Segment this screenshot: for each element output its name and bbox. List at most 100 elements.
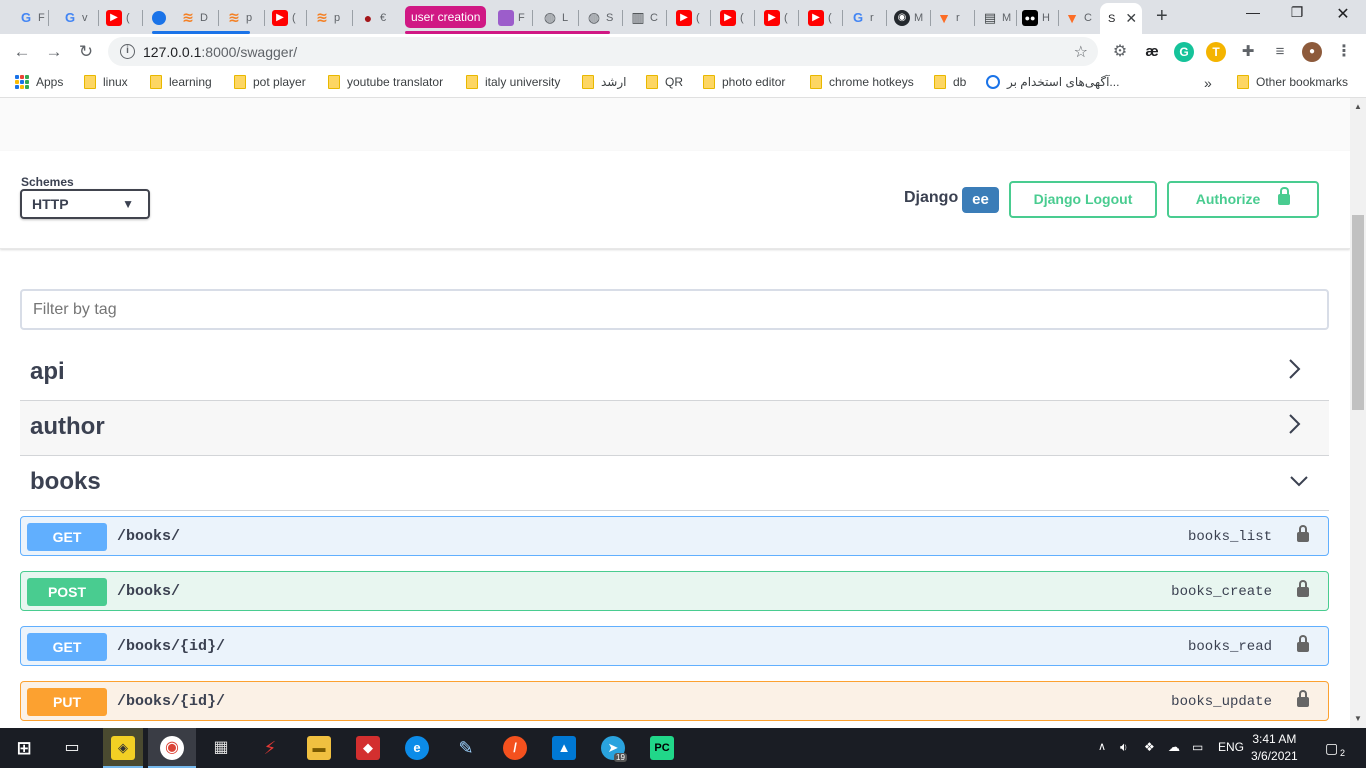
tab-youtube-3[interactable]: ▶ (	[672, 5, 708, 30]
operation-get-books-read[interactable]: GET /books/{id}/ books_read	[20, 626, 1329, 666]
tab-document[interactable]: ▤ M	[978, 5, 1016, 30]
scroll-down-arrow[interactable]: ▼	[1354, 714, 1362, 723]
lock-icon[interactable]	[1297, 580, 1309, 597]
bookmark-folder-learning[interactable]: learning	[150, 75, 212, 89]
cloud-sync-icon[interactable]: ☁	[1168, 740, 1180, 754]
page-scrollbar[interactable]: ▲ ▼	[1350, 98, 1366, 728]
bookmark-folder-qr[interactable]: QR	[646, 75, 683, 89]
lock-icon[interactable]	[1297, 635, 1309, 652]
extension-ae-icon[interactable]: æ	[1142, 42, 1162, 62]
schemes-select[interactable]: HTTP ▼	[20, 189, 150, 219]
new-tab-button[interactable]: +	[1156, 5, 1168, 27]
chrome-taskbar-icon[interactable]: ◉	[160, 736, 184, 760]
site-info-icon[interactable]: i	[120, 44, 135, 59]
tab-youtube-6[interactable]: ▶ (	[804, 5, 840, 30]
maximize-button[interactable]: ❐	[1282, 4, 1312, 21]
bookmark-folder-db[interactable]: db	[934, 75, 966, 89]
tab-youtube-1[interactable]: ▶ (	[102, 5, 138, 30]
close-window-button[interactable]: ✕	[1328, 4, 1358, 24]
bookmark-apps[interactable]: Apps	[15, 75, 63, 89]
battery-icon[interactable]: ▭	[1192, 740, 1203, 754]
scroll-up-arrow[interactable]: ▲	[1354, 102, 1362, 111]
volume-icon[interactable]: 🔉︎	[1120, 740, 1128, 755]
extension-t-icon[interactable]: T	[1206, 42, 1226, 62]
forward-button[interactable]: →	[42, 40, 66, 64]
tab-google-2[interactable]: G v	[58, 5, 96, 30]
bookmark-folder-pot-player[interactable]: pot player	[234, 75, 306, 89]
tab-globe-2[interactable]: ◍ S	[582, 5, 620, 30]
tab-github[interactable]: ◉ M	[890, 5, 928, 30]
tab-gitlab-1[interactable]: ▼ r	[932, 5, 972, 30]
clapperboard-icon[interactable]: ▦	[209, 736, 233, 760]
tab-google-3[interactable]: G r	[846, 5, 884, 30]
dropbox-icon[interactable]: ❖	[1144, 740, 1155, 754]
bookmark-folder-linux[interactable]: linux	[84, 75, 128, 89]
filter-by-tag-input[interactable]: Filter by tag	[20, 289, 1329, 330]
tab-medium[interactable]: ●● H	[1018, 5, 1056, 30]
bookmarks-overflow-button[interactable]: »	[1204, 75, 1212, 91]
lock-icon[interactable]	[1297, 690, 1309, 707]
lightning-app-icon[interactable]: ⚡	[258, 736, 282, 760]
profile-avatar[interactable]: ●	[1302, 42, 1322, 62]
bookmark-persian-jobs[interactable]: آگهی‌های استخدام بر...	[986, 75, 1119, 89]
chevron-right-icon[interactable]	[1287, 413, 1301, 435]
bookmark-folder-arshad[interactable]: ارشد	[582, 75, 626, 89]
photos-icon[interactable]: ▲	[552, 736, 576, 760]
tray-chevron-up-icon[interactable]: ∧	[1098, 740, 1106, 753]
tab-blue-dot[interactable]	[148, 5, 170, 30]
tab-youtube-5[interactable]: ▶ (	[760, 5, 796, 30]
tab-group-user-creation[interactable]: user creation	[405, 6, 487, 28]
close-tab-icon[interactable]: ✕	[1125, 10, 1137, 27]
back-button[interactable]: ←	[10, 40, 34, 64]
chevron-down-icon[interactable]	[1289, 474, 1309, 488]
file-explorer-icon[interactable]: ▬	[307, 736, 331, 760]
notepad-app-icon[interactable]: ✎	[454, 736, 478, 760]
anydesk-icon[interactable]: ◆	[356, 736, 380, 760]
tab-youtube-2[interactable]: ▶ (	[268, 5, 304, 30]
tab-youtube-4[interactable]: ▶ (	[716, 5, 752, 30]
tab-purple[interactable]: F	[494, 5, 530, 30]
bookmark-other[interactable]: Other bookmarks	[1237, 75, 1348, 89]
tab-stackoverflow-1[interactable]: ≋ D	[176, 5, 216, 30]
tab-red-figure[interactable]: ● €	[356, 5, 392, 30]
authorize-button[interactable]: Authorize	[1167, 181, 1319, 218]
notification-center-icon[interactable]: ▢	[1325, 740, 1338, 757]
tag-section-author[interactable]: author	[20, 401, 1329, 456]
reload-button[interactable]: ↻	[74, 40, 98, 64]
tag-section-api[interactable]: api	[20, 346, 1329, 401]
edge-icon[interactable]: e	[405, 736, 429, 760]
windows-start-icon[interactable]: ⊞	[12, 736, 36, 760]
tab-gitlab-2[interactable]: ▼ C	[1060, 5, 1098, 30]
url-text[interactable]: 127.0.0.1:8000/swagger/	[143, 44, 297, 60]
lock-icon[interactable]	[1297, 525, 1309, 542]
chevron-right-icon[interactable]	[1287, 358, 1301, 380]
bookmark-folder-photo-editor[interactable]: photo editor	[703, 75, 785, 89]
clock[interactable]: 3:41 AM 3/6/2021	[1251, 731, 1298, 765]
tab-stackoverflow-3[interactable]: ≋ p	[310, 5, 350, 30]
minimize-button[interactable]: —	[1238, 4, 1268, 20]
tag-section-books[interactable]: books	[20, 456, 1329, 511]
bookmark-folder-youtube-translator[interactable]: youtube translator	[328, 75, 443, 89]
bookmark-folder-italy-university[interactable]: italy university	[466, 75, 560, 89]
extensions-puzzle-icon[interactable]: ✚	[1238, 42, 1258, 62]
bookmark-folder-chrome-hotkeys[interactable]: chrome hotkeys	[810, 75, 914, 89]
tab-google-1[interactable]: G F	[14, 5, 46, 30]
bookmark-star-icon[interactable]: ☆	[1074, 42, 1088, 62]
django-logout-button[interactable]: Django Logout	[1009, 181, 1157, 218]
operation-post-books-create[interactable]: POST /books/ books_create	[20, 571, 1329, 611]
operation-get-books-list[interactable]: GET /books/ books_list	[20, 516, 1329, 556]
media-control-icon[interactable]: ≡	[1270, 42, 1290, 62]
address-bar[interactable]: i 127.0.0.1:8000/swagger/ ☆	[108, 37, 1098, 66]
grammarly-icon[interactable]: G	[1174, 42, 1194, 62]
tab-stackoverflow-2[interactable]: ≋ p	[222, 5, 262, 30]
operation-put-books-update[interactable]: PUT /books/{id}/ books_update	[20, 681, 1329, 721]
tab-book[interactable]: ▥ C	[626, 5, 666, 30]
sticky-app-icon[interactable]: ◈	[111, 736, 135, 760]
pycharm-icon[interactable]: PC	[650, 736, 674, 760]
swift-app-icon[interactable]: /	[503, 736, 527, 760]
language-indicator[interactable]: ENG	[1218, 740, 1244, 754]
tab-globe-1[interactable]: ◍ L	[538, 5, 576, 30]
chrome-menu-icon[interactable]: ⋮	[1334, 42, 1354, 62]
extension-gear-icon[interactable]: ⚙	[1110, 42, 1130, 62]
task-view-icon[interactable]: ▭	[60, 736, 84, 760]
